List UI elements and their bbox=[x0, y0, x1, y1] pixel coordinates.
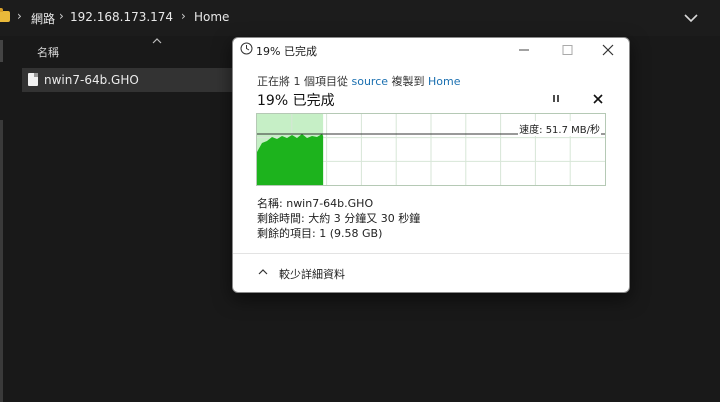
minimize-button[interactable] bbox=[503, 38, 545, 62]
breadcrumb-network[interactable]: 網路 bbox=[31, 10, 55, 27]
copy-mid: 複製到 bbox=[391, 75, 425, 88]
file-name: nwin7-64b.GHO bbox=[44, 73, 139, 87]
detail-row-items-remaining: 剩餘的項目: 1 (9.58 GB) bbox=[257, 227, 383, 240]
less-details-button[interactable]: 較少詳細資料 bbox=[257, 264, 377, 282]
detail-row-time-remaining: 剩餘時間: 大約 3 分鐘又 30 秒鐘 bbox=[257, 212, 421, 225]
chevron-down-icon[interactable] bbox=[682, 9, 700, 27]
breadcrumb-host[interactable]: 192.168.173.174 bbox=[70, 10, 173, 24]
cancel-icon[interactable] bbox=[591, 92, 605, 106]
column-header-name[interactable]: 名稱 bbox=[37, 44, 59, 60]
speed-label: 速度: 51.7 MB/秒 bbox=[518, 121, 601, 136]
chevron-up-icon bbox=[258, 269, 268, 275]
address-bar[interactable]: › 網路 › 192.168.173.174 › Home bbox=[0, 0, 720, 36]
nav-pane-edge bbox=[0, 120, 3, 402]
transfer-details: 名稱: nwin7-64b.GHO 剩餘時間: 大約 3 分鐘又 30 秒鐘 剩… bbox=[257, 196, 420, 241]
breadcrumb-home[interactable]: Home bbox=[194, 10, 229, 24]
copy-prefix: 正在將 1 個項目從 bbox=[257, 75, 348, 88]
copy-progress-dialog: 19% 已完成 正在將 1 個項目從 source 複製到 Home 19% 已… bbox=[232, 37, 630, 293]
chevron-right-icon: › bbox=[59, 9, 64, 23]
source-link[interactable]: source bbox=[352, 75, 389, 88]
chevron-right-icon: › bbox=[181, 9, 186, 23]
detail-row-name: 名稱: nwin7-64b.GHO bbox=[257, 197, 374, 210]
pause-icon[interactable] bbox=[549, 92, 563, 106]
close-button[interactable] bbox=[587, 38, 629, 62]
folder-icon bbox=[0, 8, 10, 22]
nav-pane-edge bbox=[0, 40, 3, 62]
file-list-item[interactable]: nwin7-64b.GHO bbox=[22, 68, 234, 92]
progress-status: 19% 已完成 bbox=[257, 93, 335, 109]
chevron-right-icon: › bbox=[17, 9, 22, 23]
dialog-title: 19% 已完成 bbox=[256, 45, 317, 58]
file-icon bbox=[28, 73, 38, 86]
dialog-titlebar[interactable]: 19% 已完成 bbox=[233, 38, 629, 62]
maximize-button[interactable] bbox=[546, 38, 588, 62]
destination-link[interactable]: Home bbox=[428, 75, 460, 88]
transfer-speed-graph: 速度: 51.7 MB/秒 bbox=[256, 113, 606, 186]
less-details-label: 較少詳細資料 bbox=[279, 268, 345, 281]
clock-icon bbox=[240, 42, 253, 55]
speed-area bbox=[257, 134, 324, 185]
divider bbox=[233, 253, 629, 254]
copy-description: 正在將 1 個項目從 source 複製到 Home bbox=[257, 73, 461, 89]
sort-ascending-icon bbox=[152, 38, 162, 44]
